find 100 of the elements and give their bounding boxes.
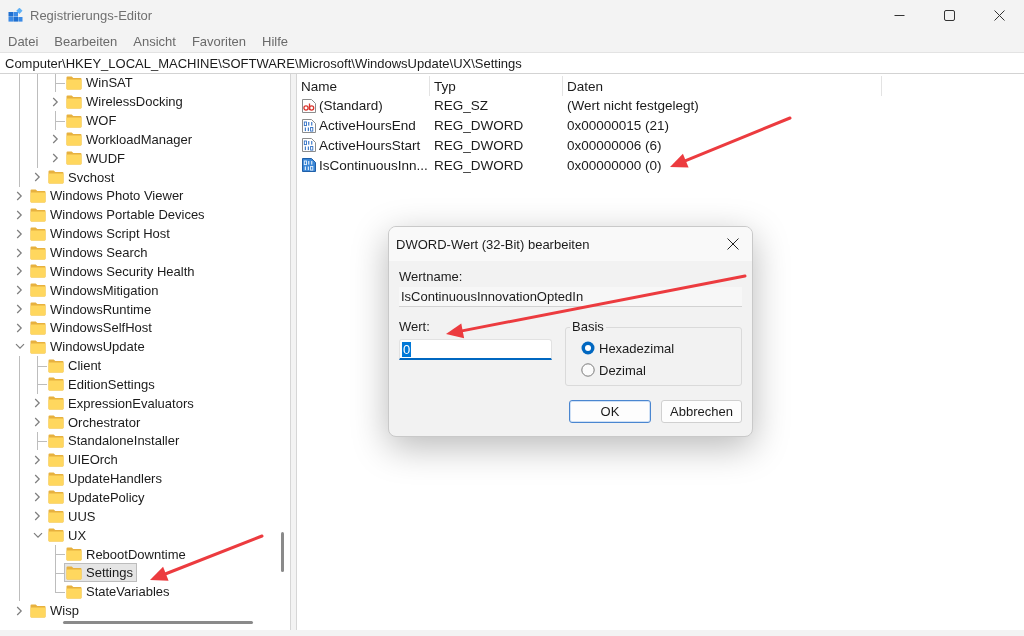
folder-icon: [30, 302, 46, 317]
chevron-right-icon[interactable]: [52, 96, 59, 107]
chevron-down-icon[interactable]: [32, 531, 43, 539]
tree-item[interactable]: Wisp: [28, 601, 83, 620]
tree-item[interactable]: Svchost: [46, 167, 119, 187]
menu-item[interactable]: Favoriten: [183, 30, 255, 52]
chevron-right-icon[interactable]: [34, 492, 41, 503]
column-header[interactable]: Name: [297, 76, 430, 96]
window-title: Registrierungs-Editor: [30, 7, 154, 23]
tree-item[interactable]: RebootDowntime: [64, 544, 190, 564]
chevron-right-icon[interactable]: [52, 134, 59, 145]
folder-icon: [48, 415, 64, 430]
folder-icon: [66, 94, 82, 109]
chevron-right-icon[interactable]: [34, 473, 41, 484]
scrollbar-thumb[interactable]: [63, 621, 253, 624]
folder-icon: [48, 528, 64, 543]
folder-icon: [30, 603, 46, 618]
value-name-field[interactable]: IsContinuousInnovationOptedIn: [399, 287, 742, 307]
tree-item[interactable]: WinSAT: [64, 74, 137, 93]
tree-item[interactable]: Windows Portable Devices: [28, 205, 209, 225]
folder-icon: [30, 283, 46, 298]
tree-item[interactable]: WindowsMitigation: [28, 280, 163, 300]
tree-item[interactable]: UpdatePolicy: [46, 488, 149, 507]
folder-icon: [30, 245, 46, 260]
chevron-right-icon[interactable]: [16, 247, 23, 258]
chevron-right-icon[interactable]: [16, 209, 23, 220]
folder-icon: [66, 584, 82, 599]
dialog-button[interactable]: OK: [569, 400, 651, 423]
tree-item[interactable]: StateVariables: [64, 582, 174, 602]
value-type: REG_SZ: [434, 98, 488, 114]
tree-item[interactable]: Windows Security Health: [28, 261, 199, 281]
chevron-right-icon[interactable]: [16, 304, 23, 315]
menu-item[interactable]: Hilfe: [254, 30, 297, 52]
field-label: Wertname:: [399, 269, 464, 285]
radio-label[interactable]: Dezimal: [599, 362, 646, 378]
value-input[interactable]: 0: [399, 339, 552, 360]
chevron-right-icon[interactable]: [34, 511, 41, 522]
radio-label[interactable]: Hexadezimal: [599, 340, 675, 356]
tree-item[interactable]: Client: [46, 356, 106, 375]
column-header[interactable]: Typ: [430, 76, 563, 96]
chevron-right-icon[interactable]: [16, 191, 23, 201]
chevron-right-icon[interactable]: [34, 417, 41, 428]
value-type: REG_DWORD: [434, 138, 524, 153]
scrollbar-thumb[interactable]: [281, 532, 284, 572]
tree-item[interactable]: UX: [46, 525, 91, 545]
maximize-icon: [943, 9, 955, 21]
chevron-right-icon[interactable]: [34, 398, 41, 409]
tree-item[interactable]: WirelessDocking: [64, 92, 187, 112]
folder-icon: [48, 377, 64, 392]
folder-icon: [66, 151, 82, 166]
value-data: 0x00000006 (6): [567, 138, 662, 153]
chevron-right-icon[interactable]: [16, 605, 23, 616]
tree-item[interactable]: EditionSettings: [46, 375, 159, 394]
value-name: IsContinuousInn...: [319, 157, 428, 173]
folder-icon: [30, 207, 46, 222]
value-data: 0x00000015 (21): [567, 118, 670, 134]
tree-item[interactable]: Orchestrator: [46, 412, 145, 432]
tree-item[interactable]: WindowsSelfHost: [28, 318, 156, 338]
tree-item[interactable]: WindowsUpdate: [28, 337, 149, 357]
folder-icon: [48, 358, 64, 373]
chevron-right-icon[interactable]: [16, 228, 23, 239]
chevron-down-icon[interactable]: [14, 343, 25, 351]
column-header[interactable]: Daten: [563, 76, 882, 96]
folder-icon: [30, 320, 46, 335]
tree-item[interactable]: WindowsRuntime: [28, 299, 156, 319]
tree-item[interactable]: Windows Script Host: [28, 224, 174, 244]
tree-item[interactable]: Windows Search: [28, 243, 152, 262]
tree-item[interactable]: Settings: [64, 563, 137, 583]
app-icon: [8, 7, 23, 23]
radio-button[interactable]: [581, 363, 595, 377]
field-label: Wert:: [399, 319, 431, 335]
tree-item[interactable]: WOF: [64, 111, 121, 131]
folder-icon: [30, 226, 46, 241]
tree-item[interactable]: WorkloadManager: [64, 130, 196, 149]
tree-item[interactable]: UUS: [46, 506, 100, 526]
close-icon: [993, 9, 1005, 21]
close-icon: [727, 238, 739, 250]
folder-icon: [48, 509, 64, 524]
tree-item[interactable]: UpdateHandlers: [46, 469, 166, 489]
menu-item[interactable]: Datei: [0, 30, 47, 52]
address-field[interactable]: Computer\HKEY_LOCAL_MACHINE\SOFTWARE\Microsoft\WindowsUpdate\UX\Settings: [0, 52, 1024, 74]
value-data: (Wert nicht festgelegt): [567, 98, 699, 114]
chevron-right-icon[interactable]: [16, 266, 23, 277]
chevron-right-icon[interactable]: [34, 454, 41, 465]
tree-item[interactable]: StandaloneInstaller: [46, 431, 184, 451]
value-type: REG_DWORD: [434, 157, 524, 173]
folder-icon: [66, 565, 82, 580]
menu-item[interactable]: Bearbeiten: [46, 30, 126, 52]
tree-item[interactable]: Windows Photo Viewer: [28, 186, 188, 206]
chevron-right-icon[interactable]: [16, 322, 23, 333]
radio-button[interactable]: [581, 341, 595, 355]
tree-item[interactable]: ExpressionEvaluators: [46, 393, 198, 413]
tree-item[interactable]: UIEOrch: [46, 450, 122, 470]
dialog-button[interactable]: Abbrechen: [661, 400, 742, 423]
menu-item[interactable]: Ansicht: [125, 30, 184, 52]
tree-item[interactable]: WUDF: [64, 148, 129, 168]
chevron-right-icon[interactable]: [34, 172, 41, 183]
chevron-right-icon[interactable]: [52, 153, 59, 164]
folder-icon: [66, 547, 82, 561]
chevron-right-icon[interactable]: [16, 285, 23, 296]
